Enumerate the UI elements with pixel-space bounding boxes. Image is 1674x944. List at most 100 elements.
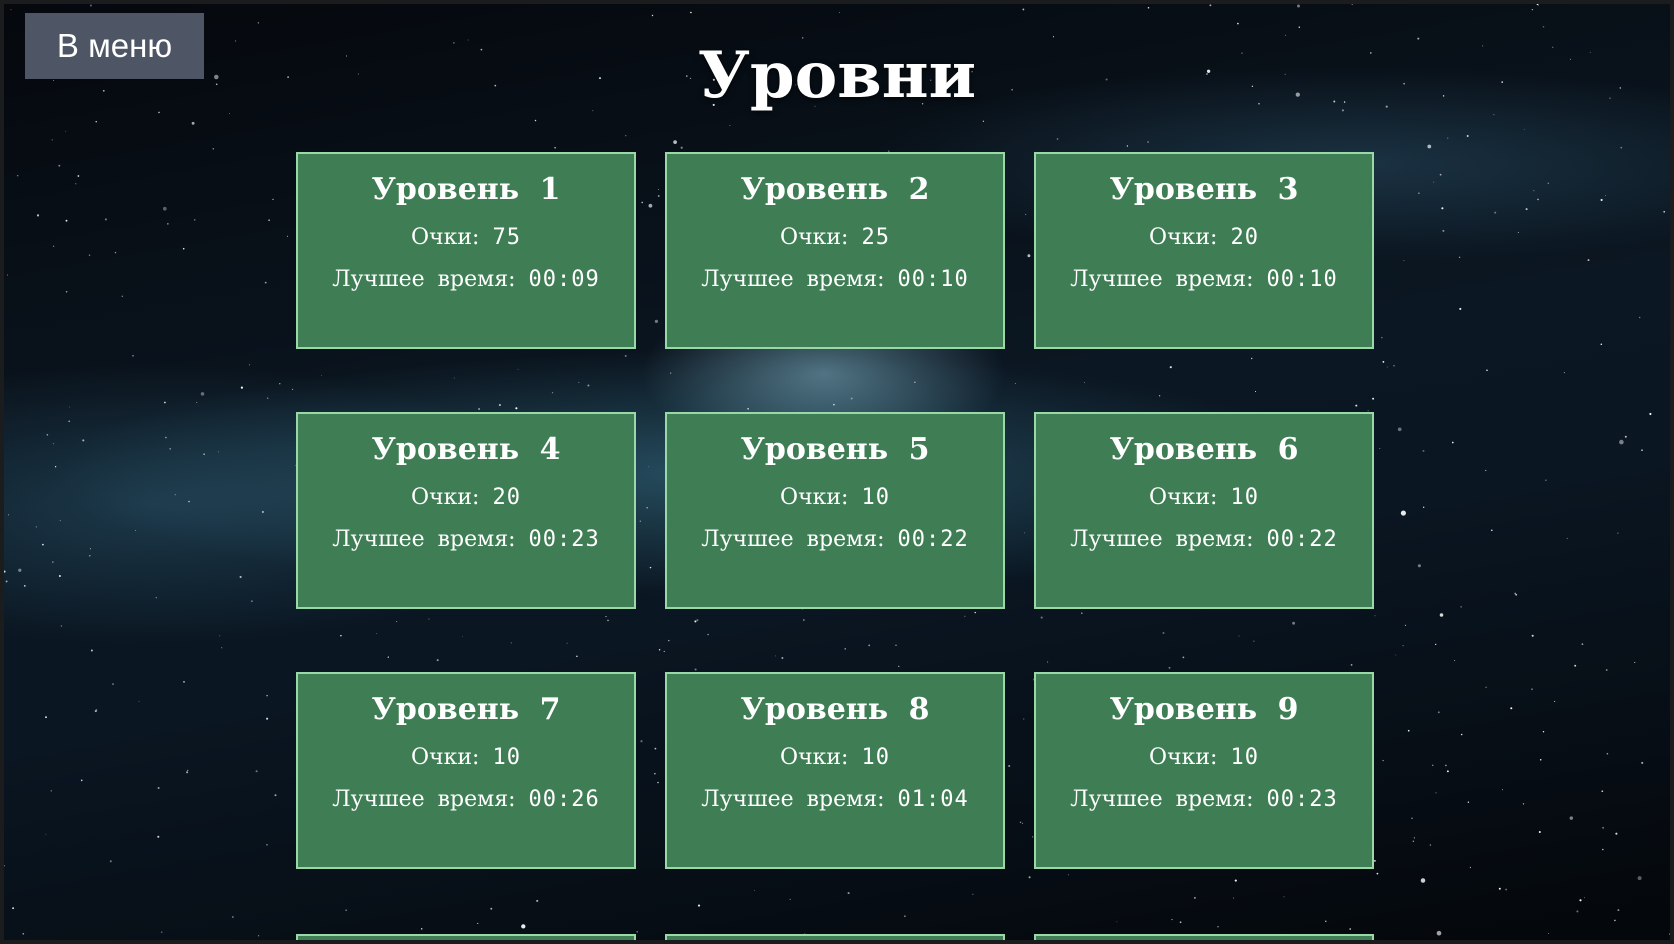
star xyxy=(1605,669,1608,671)
star xyxy=(274,794,277,797)
best-time-label: Лучшее время: xyxy=(332,267,516,292)
star xyxy=(1422,449,1425,452)
level-card-3[interactable]: Уровень 3 Очки: 20 Лучшее время: 00:10 xyxy=(1034,152,1374,349)
score-label: Очки: xyxy=(411,745,480,770)
star xyxy=(1433,181,1435,183)
star xyxy=(1514,592,1517,595)
star xyxy=(138,700,140,702)
star xyxy=(58,575,61,577)
level-title: Уровень 3 xyxy=(1109,172,1299,207)
star xyxy=(266,694,268,697)
star xyxy=(4,570,6,573)
star xyxy=(1515,593,1518,596)
star xyxy=(1447,137,1449,139)
star xyxy=(1620,146,1623,149)
star xyxy=(182,247,185,250)
star xyxy=(279,383,281,385)
star xyxy=(1067,874,1069,876)
star xyxy=(261,510,264,514)
star xyxy=(1569,816,1574,820)
star xyxy=(1435,792,1437,794)
star xyxy=(10,9,12,11)
best-time-value: 00:23 xyxy=(1266,787,1338,812)
star xyxy=(69,406,71,408)
star xyxy=(1297,4,1300,8)
star xyxy=(1547,932,1549,934)
star xyxy=(1531,9,1533,11)
level-card-partial[interactable] xyxy=(296,934,636,940)
star xyxy=(1451,441,1454,444)
star xyxy=(345,909,347,911)
star xyxy=(1542,730,1545,733)
level-card-4[interactable]: Уровень 4 Очки: 20 Лучшее время: 00:23 xyxy=(296,412,636,609)
star xyxy=(1395,654,1397,656)
level-card-1[interactable]: Уровень 1 Очки: 75 Лучшее время: 00:09 xyxy=(296,152,636,349)
star xyxy=(52,561,54,563)
level-card-8[interactable]: Уровень 8 Очки: 10 Лучшее время: 01:04 xyxy=(665,672,1005,869)
star xyxy=(1147,141,1149,143)
star xyxy=(1617,532,1619,534)
star xyxy=(196,402,198,404)
star xyxy=(58,164,61,167)
level-title: Уровень 5 xyxy=(740,432,930,467)
level-card-partial[interactable] xyxy=(665,934,1005,940)
star xyxy=(651,14,654,17)
star xyxy=(1600,343,1603,346)
levels-grid: Уровень 1 Очки: 75 Лучшее время: 00:09 У… xyxy=(296,152,1376,869)
level-card-7[interactable]: Уровень 7 Очки: 10 Лучшее время: 00:26 xyxy=(296,672,636,869)
level-title: Уровень 8 xyxy=(740,692,930,727)
star xyxy=(169,448,171,450)
star xyxy=(1579,899,1582,902)
level-card-9[interactable]: Уровень 9 Очки: 10 Лучшее время: 00:23 xyxy=(1034,672,1374,869)
star xyxy=(1460,606,1462,608)
star xyxy=(42,543,44,546)
star xyxy=(1501,789,1504,791)
star xyxy=(1234,879,1237,882)
star xyxy=(200,392,205,396)
star xyxy=(95,709,98,711)
star xyxy=(1403,260,1405,262)
star xyxy=(1441,207,1444,210)
level-title: Уровень 7 xyxy=(371,692,561,727)
level-card-5[interactable]: Уровень 5 Очки: 10 Лучшее время: 00:22 xyxy=(665,412,1005,609)
star xyxy=(1466,135,1469,137)
star xyxy=(1407,729,1410,732)
star xyxy=(1494,211,1497,214)
star xyxy=(1641,449,1643,451)
star xyxy=(80,779,83,782)
star xyxy=(157,786,160,790)
star xyxy=(1382,361,1385,363)
star xyxy=(789,898,791,901)
star xyxy=(267,397,269,399)
star xyxy=(1376,872,1379,875)
star xyxy=(217,451,219,453)
level-title: Уровень 2 xyxy=(740,172,930,207)
star xyxy=(1531,634,1534,637)
level-best-time: Лучшее время: 00:22 xyxy=(667,526,1003,554)
star xyxy=(286,235,289,237)
star xyxy=(221,647,223,649)
star xyxy=(1547,182,1550,184)
star xyxy=(1418,192,1420,195)
star xyxy=(1545,479,1547,481)
star xyxy=(1458,256,1461,258)
star xyxy=(1417,564,1421,568)
score-label: Очки: xyxy=(1149,225,1218,250)
star xyxy=(1351,4,1353,5)
star xyxy=(420,928,423,930)
star xyxy=(1171,919,1173,921)
star xyxy=(1663,210,1666,213)
level-card-2[interactable]: Уровень 2 Очки: 25 Лучшее время: 00:10 xyxy=(665,152,1005,349)
star xyxy=(165,436,167,439)
level-card-partial[interactable] xyxy=(1034,934,1374,940)
star xyxy=(1404,624,1407,627)
star xyxy=(232,916,234,918)
star xyxy=(65,219,68,222)
level-card-6[interactable]: Уровень 6 Очки: 10 Лучшее время: 00:22 xyxy=(1034,412,1374,609)
star xyxy=(1537,4,1539,6)
star xyxy=(1217,925,1219,928)
star xyxy=(1505,888,1507,891)
star xyxy=(68,420,71,423)
star xyxy=(477,922,479,924)
star xyxy=(251,600,253,603)
